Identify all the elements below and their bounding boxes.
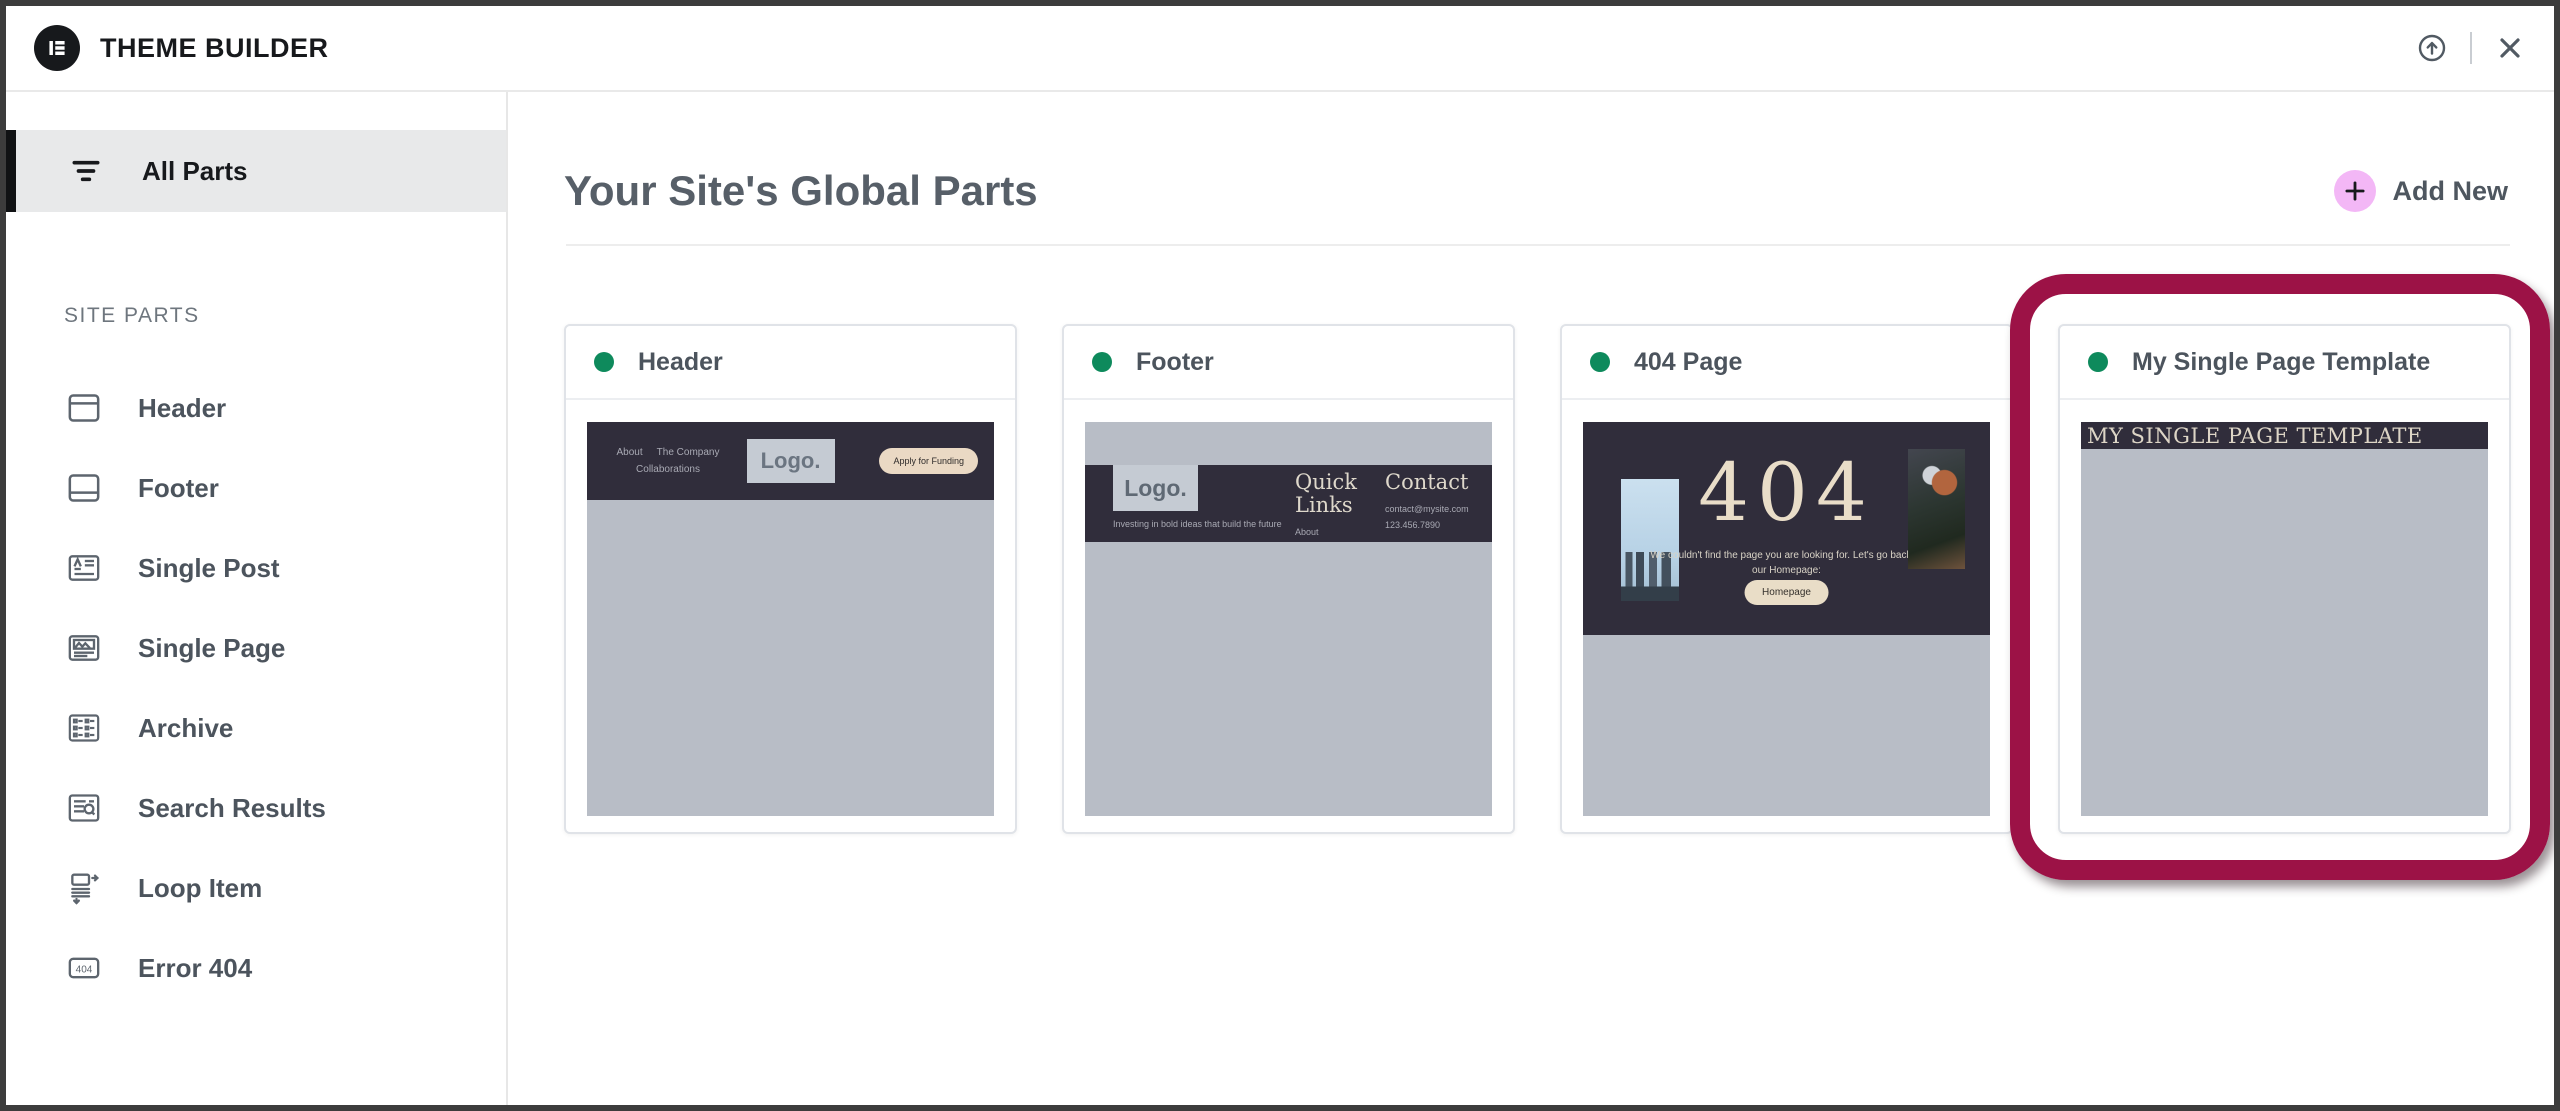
sidebar-item-header[interactable]: Header bbox=[6, 368, 506, 448]
error-404-icon: 404 bbox=[64, 948, 104, 988]
sidebar-item-label: Error 404 bbox=[138, 953, 252, 984]
thumb-body-placeholder bbox=[1085, 422, 1492, 465]
app-title: THEME BUILDER bbox=[100, 33, 329, 64]
sidebar-item-error-404[interactable]: 404 Error 404 bbox=[6, 928, 506, 1008]
search-results-icon bbox=[64, 788, 104, 828]
thumb-body-placeholder bbox=[1583, 635, 1990, 816]
heading-divider bbox=[566, 244, 2510, 246]
main-panel: Your Site's Global Parts Add New bbox=[508, 92, 2554, 1105]
card-header[interactable]: Header About The Company Collaborations bbox=[564, 324, 1017, 834]
thumb-links-column: Quick Links About bbox=[1295, 471, 1373, 540]
svg-text:404: 404 bbox=[76, 965, 93, 976]
status-dot bbox=[594, 352, 614, 372]
thumb-body-placeholder bbox=[587, 500, 994, 816]
single-post-icon bbox=[64, 548, 104, 588]
sidebar-item-single-page[interactable]: Single Page bbox=[6, 608, 506, 688]
card-title: Header bbox=[638, 348, 723, 377]
thumb-body-placeholder bbox=[2081, 449, 2488, 816]
card-footer[interactable]: Footer Logo. Investing in bold ideas tha… bbox=[1062, 324, 1515, 834]
thumb-body-placeholder bbox=[1085, 542, 1492, 816]
sidebar-item-label: Single Post bbox=[138, 553, 280, 584]
add-new-label: Add New bbox=[2392, 176, 2508, 207]
sidebar-item-archive[interactable]: Archive bbox=[6, 688, 506, 768]
sidebar-item-single-post[interactable]: Single Post bbox=[6, 528, 506, 608]
loop-item-icon bbox=[64, 868, 104, 908]
sidebar-item-footer[interactable]: Footer bbox=[6, 448, 506, 528]
footer-icon bbox=[64, 468, 104, 508]
topbar-divider bbox=[2470, 32, 2472, 64]
card-404-page[interactable]: 404 Page 404 We couldn't find the page y… bbox=[1560, 324, 2013, 834]
thumb-banner-text: MY SINGLE PAGE TEMPLATE bbox=[2081, 422, 2488, 449]
sidebar-item-search-results[interactable]: Search Results bbox=[6, 768, 506, 848]
theme-builder-window: THEME BUILDER All Parts SITE PARTS bbox=[0, 0, 2560, 1111]
card-my-single-page-template[interactable]: My Single Page Template MY SINGLE PAGE T… bbox=[2058, 324, 2511, 834]
header-icon bbox=[64, 388, 104, 428]
card-title: 404 Page bbox=[1634, 348, 1742, 377]
thumb-nav-links: About The Company Collaborations bbox=[603, 444, 733, 478]
site-parts-section-label: SITE PARTS bbox=[64, 304, 506, 328]
card-404-thumbnail: 404 We couldn't find the page you are lo… bbox=[1583, 422, 1990, 816]
status-dot bbox=[1092, 352, 1112, 372]
card-single-page-thumbnail: MY SINGLE PAGE TEMPLATE bbox=[2081, 422, 2488, 816]
sidebar-item-all-parts[interactable]: All Parts bbox=[6, 130, 506, 212]
card-title: Footer bbox=[1136, 348, 1214, 377]
single-page-icon bbox=[64, 628, 104, 668]
card-title: My Single Page Template bbox=[2132, 348, 2430, 377]
close-icon[interactable] bbox=[2494, 32, 2526, 64]
sidebar-item-label: Header bbox=[138, 393, 226, 424]
card-footer-thumbnail: Logo. Investing in bold ideas that build… bbox=[1085, 422, 1492, 816]
sidebar-item-loop-item[interactable]: Loop Item bbox=[6, 848, 506, 928]
sidebar-item-label: Footer bbox=[138, 473, 219, 504]
thumb-contact-column: Contact contact@mysite.com 123.456.7890 bbox=[1385, 471, 1469, 533]
page-title: Your Site's Global Parts bbox=[564, 167, 1038, 215]
elementor-logo-icon bbox=[34, 25, 80, 71]
card-header-thumbnail: About The Company Collaborations Logo. A… bbox=[587, 422, 994, 816]
thumb-tagline: Investing in bold ideas that build the f… bbox=[1113, 519, 1282, 529]
filter-icon bbox=[66, 151, 106, 191]
thumb-homepage-button: Homepage bbox=[1744, 580, 1829, 605]
add-new-button[interactable]: Add New bbox=[2334, 170, 2508, 212]
sidebar: All Parts SITE PARTS Header Footer bbox=[6, 92, 508, 1105]
sidebar-item-label: Single Page bbox=[138, 633, 285, 664]
thumb-cta-button: Apply for Funding bbox=[879, 448, 978, 474]
sidebar-item-label: All Parts bbox=[142, 156, 248, 187]
status-dot bbox=[1590, 352, 1610, 372]
sidebar-item-label: Loop Item bbox=[138, 873, 262, 904]
circle-arrow-up-icon[interactable] bbox=[2416, 32, 2448, 64]
topbar: THEME BUILDER bbox=[6, 6, 2554, 92]
thumb-person-photo bbox=[1908, 449, 1965, 569]
plus-icon bbox=[2334, 170, 2376, 212]
archive-icon bbox=[64, 708, 104, 748]
thumb-logo: Logo. bbox=[747, 439, 835, 483]
sidebar-item-label: Search Results bbox=[138, 793, 326, 824]
global-parts-grid: Header About The Company Collaborations bbox=[564, 324, 2554, 834]
thumb-logo: Logo. bbox=[1113, 465, 1198, 511]
sidebar-item-label: Archive bbox=[138, 713, 233, 744]
status-dot bbox=[2088, 352, 2108, 372]
